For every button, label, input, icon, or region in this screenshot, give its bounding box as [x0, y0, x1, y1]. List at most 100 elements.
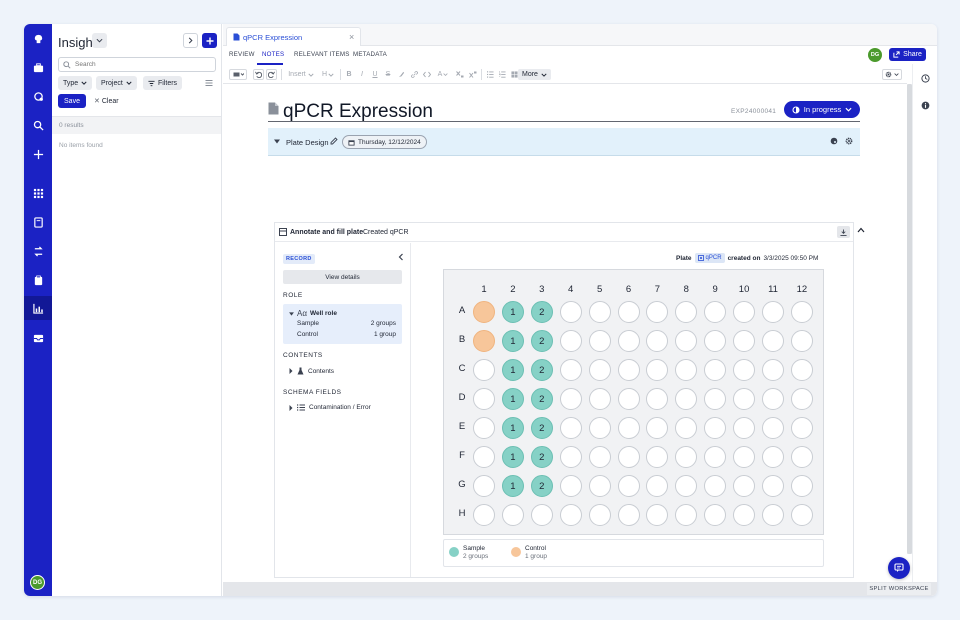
plate-well[interactable] [530, 504, 553, 526]
palette-icon[interactable] [830, 137, 838, 145]
strikethrough-icon[interactable]: S [383, 69, 393, 80]
plate-well[interactable] [762, 504, 784, 526]
plate-well[interactable] [588, 301, 611, 323]
plate-well[interactable] [762, 330, 784, 352]
plate-well[interactable] [675, 475, 698, 497]
list-options-icon[interactable] [205, 79, 213, 87]
save-button[interactable]: Save [58, 94, 86, 108]
plate-well[interactable] [733, 475, 756, 497]
plate-well[interactable] [473, 446, 495, 468]
plate-well[interactable] [588, 504, 611, 526]
subscript-icon[interactable] [455, 69, 465, 80]
tab-notes[interactable]: NOTES [262, 51, 284, 58]
tab-qpcr-expression[interactable]: qPCR Expression × [226, 27, 361, 46]
plate-well[interactable] [675, 330, 698, 352]
plate-well[interactable] [704, 330, 727, 352]
add-insight-button[interactable] [202, 33, 217, 48]
plate-well[interactable] [559, 417, 582, 439]
plate-well[interactable] [588, 359, 611, 381]
plate-well[interactable]: 1 [501, 388, 524, 410]
heading-menu[interactable]: H [319, 69, 337, 80]
chevron-up-icon[interactable] [857, 227, 865, 233]
date-chip[interactable]: Thursday, 12/12/2024 [342, 135, 427, 149]
italic-icon[interactable]: I [357, 69, 367, 80]
plate-well[interactable] [675, 301, 698, 323]
tab-relevant-items[interactable]: RELEVANT ITEMS [294, 51, 350, 58]
plate-well[interactable]: 1 [501, 475, 524, 497]
plate-well[interactable] [790, 475, 813, 497]
more-menu[interactable]: More [518, 69, 551, 80]
type-filter-chip[interactable]: Type [58, 76, 93, 90]
plate-well[interactable] [559, 330, 582, 352]
plate-well[interactable] [588, 388, 611, 410]
plate-well[interactable] [501, 504, 524, 526]
plate-well[interactable] [675, 388, 698, 410]
chat-button[interactable] [888, 557, 910, 579]
search-icon[interactable] [24, 113, 52, 137]
plate-well[interactable]: 2 [530, 388, 553, 410]
plate-well[interactable] [617, 330, 640, 352]
plate-well[interactable] [646, 417, 669, 439]
split-workspace-button[interactable]: SPLIT WORKSPACE [867, 583, 931, 595]
search-box[interactable] [58, 57, 216, 72]
plate-well[interactable] [617, 504, 640, 526]
numbered-list-icon[interactable] [497, 69, 507, 80]
plate-well[interactable] [675, 446, 698, 468]
plate-well[interactable]: 1 [501, 330, 524, 352]
plate-well[interactable] [790, 417, 813, 439]
plate-well[interactable] [646, 330, 669, 352]
plate-well[interactable] [733, 504, 756, 526]
plate-well[interactable] [588, 475, 611, 497]
explore-icon[interactable] [24, 84, 52, 108]
plate-well[interactable] [473, 388, 495, 410]
plate-well[interactable] [790, 504, 813, 526]
tab-review[interactable]: REVIEW [229, 51, 255, 58]
plate-well[interactable] [704, 446, 727, 468]
plate-well[interactable] [704, 388, 727, 410]
contents-tree-item[interactable]: Contents [289, 367, 334, 375]
plate-well[interactable] [733, 446, 756, 468]
plate-well[interactable] [473, 475, 495, 497]
well-role-header[interactable]: Aα Well role [289, 309, 337, 318]
plate-well[interactable]: 1 [501, 301, 524, 323]
plate-well[interactable] [704, 417, 727, 439]
inbox-icon[interactable] [24, 326, 52, 350]
plate-well[interactable] [733, 330, 756, 352]
user-avatar[interactable]: DG [30, 575, 45, 590]
plate-well[interactable] [790, 301, 813, 323]
workflow-icon[interactable] [24, 239, 52, 263]
plate-well[interactable] [617, 359, 640, 381]
plate-well[interactable] [704, 301, 727, 323]
plate-well[interactable]: 2 [530, 301, 553, 323]
status-dropdown[interactable]: In progress [784, 101, 860, 118]
gear-icon[interactable] [845, 137, 853, 145]
highlight-icon[interactable] [396, 69, 406, 80]
info-icon[interactable] [921, 101, 930, 110]
plate-well[interactable] [559, 388, 582, 410]
plate-well[interactable] [588, 330, 611, 352]
plate-well[interactable] [473, 417, 495, 439]
clipboard-icon[interactable] [24, 268, 52, 292]
underline-icon[interactable]: U [370, 69, 380, 80]
chevron-left-icon[interactable] [398, 253, 404, 261]
search-input[interactable] [75, 59, 213, 70]
apps-grid-icon[interactable] [24, 181, 52, 205]
well-role-group[interactable]: Aα Well role Sample 2 groups Control 1 g… [283, 304, 402, 344]
plate-well[interactable] [473, 301, 495, 323]
plate-well[interactable] [762, 417, 784, 439]
plate-well[interactable] [704, 475, 727, 497]
plate-well[interactable] [733, 301, 756, 323]
plate-well[interactable] [473, 359, 495, 381]
expand-panel-button[interactable] [183, 33, 198, 48]
plate-well[interactable] [559, 446, 582, 468]
plate-well[interactable] [588, 417, 611, 439]
caret-down-icon[interactable] [274, 139, 280, 144]
share-button[interactable]: Share [889, 48, 926, 61]
collaborator-avatar[interactable]: DG [868, 48, 882, 62]
plate-well[interactable] [646, 446, 669, 468]
plate-well[interactable] [790, 446, 813, 468]
plate-well[interactable] [762, 475, 784, 497]
plate-chip[interactable]: qPCR [694, 253, 725, 263]
plate-well[interactable] [733, 417, 756, 439]
plate-well[interactable] [704, 504, 727, 526]
